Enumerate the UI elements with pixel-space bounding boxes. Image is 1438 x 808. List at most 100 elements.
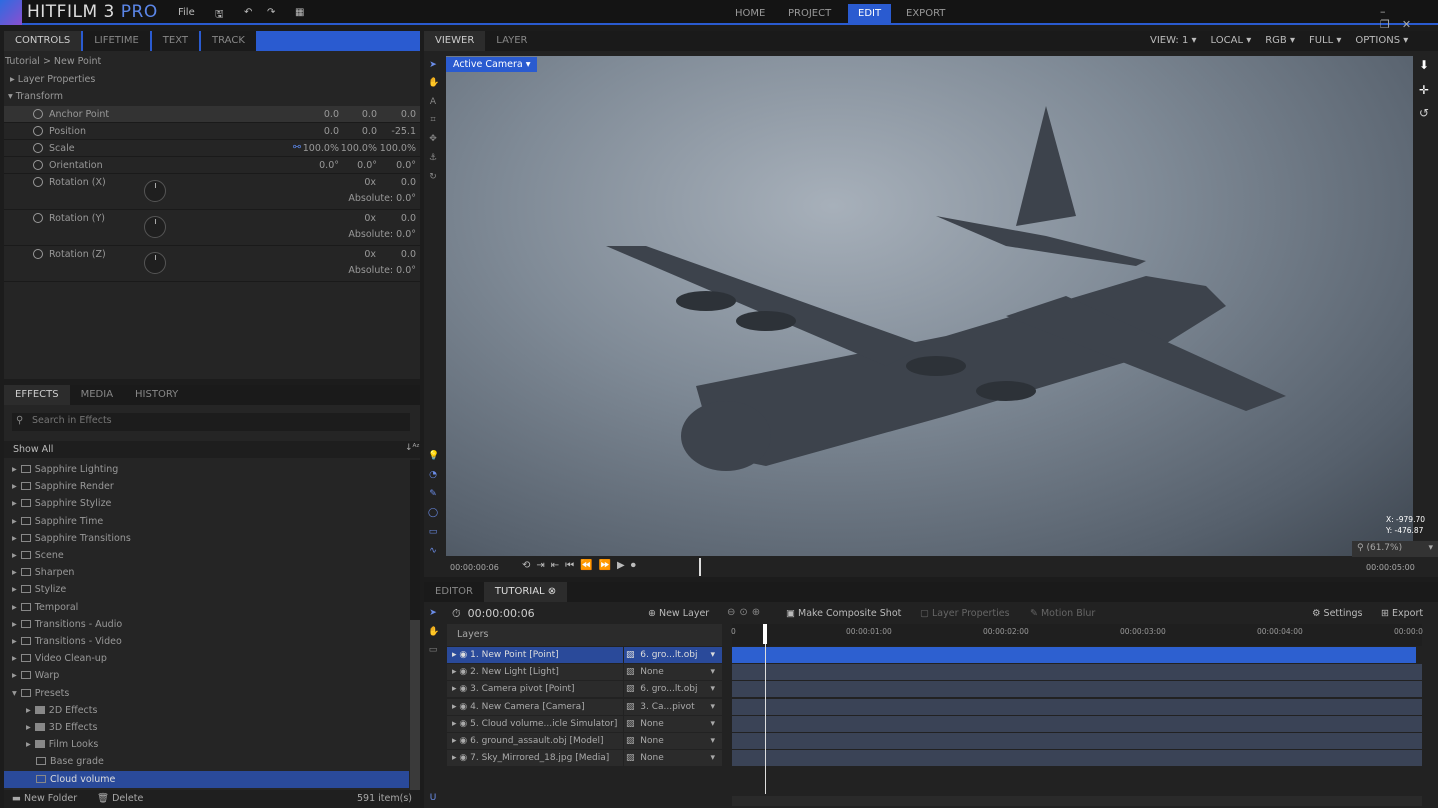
current-time[interactable]: ⏱ 00:00:00:06 — [452, 607, 535, 621]
parent-dropdown[interactable]: ▨ 3. Ca...pivot ▾ — [623, 698, 723, 715]
effects-scrollbar[interactable] — [410, 460, 420, 790]
tab-layer[interactable]: LAYER — [485, 31, 538, 51]
expand-icon[interactable]: ▸ — [452, 667, 457, 677]
effect-folder[interactable]: ▸ Sharpen — [4, 564, 409, 581]
effect-folder[interactable]: ▸ Transitions - Video — [4, 633, 409, 650]
view-dropdown[interactable]: VIEW: 1 ▾ — [1150, 35, 1197, 46]
keyframe-toggle-icon[interactable] — [33, 213, 43, 223]
property-row[interactable]: Rotation (Y) 0x 0.0 Absolute: 0.0° — [4, 210, 420, 246]
keyframe-toggle-icon[interactable] — [33, 160, 43, 170]
expand-icon[interactable]: ▸ — [452, 702, 457, 712]
preset-item[interactable]: ▸ Film Looks — [4, 736, 409, 753]
expand-icon[interactable]: ▸ — [12, 670, 17, 681]
expand-icon[interactable]: ▸ — [26, 739, 31, 750]
expand-icon[interactable]: ▸ — [452, 753, 457, 763]
property-value[interactable]: 0x — [331, 213, 376, 224]
eye-icon[interactable]: ◉ — [459, 753, 467, 763]
save-icon[interactable]: 🖫 — [215, 7, 224, 24]
keyframe-toggle-icon[interactable] — [33, 177, 43, 187]
effect-folder[interactable]: ▸ Temporal — [4, 599, 409, 616]
tab-lifetime[interactable]: LIFETIME — [83, 31, 152, 51]
rgb-dropdown[interactable]: RGB ▾ — [1265, 35, 1295, 46]
layer-track-bar[interactable] — [732, 664, 1422, 681]
move-tool-icon[interactable]: ✥ — [428, 134, 438, 144]
tab-controls[interactable]: CONTROLS — [4, 31, 84, 51]
rotation-dial[interactable] — [144, 180, 166, 202]
rect-tool-icon[interactable]: ▭ — [428, 527, 438, 537]
parent-dropdown[interactable]: ▨ None ▾ — [623, 750, 723, 767]
timeline-scrollbar[interactable] — [732, 796, 1422, 806]
transform-tool-icon[interactable]: ⌗ — [428, 115, 438, 125]
tab-history[interactable]: HISTORY — [124, 385, 189, 405]
layer-row[interactable]: ▸ ◉ 7. Sky_Mirrored_18.jpg [Media] ▨ None… — [447, 750, 723, 767]
time-ruler[interactable] — [732, 624, 1422, 646]
nav-home[interactable]: HOME — [725, 4, 775, 25]
layer-track-bar[interactable] — [732, 715, 1422, 732]
keyframe-toggle-icon[interactable] — [33, 109, 43, 119]
preset-item[interactable]: Cloud volume — [4, 770, 409, 788]
parent-dropdown[interactable]: ▨ None ▾ — [623, 715, 723, 732]
active-camera-dropdown[interactable]: Active Camera ▾ — [446, 57, 538, 72]
orbit-tool-icon[interactable]: ↻ — [428, 172, 438, 182]
viewer-canvas[interactable] — [446, 56, 1413, 556]
property-value[interactable]: 0.0° — [371, 160, 416, 171]
expand-icon[interactable]: ▸ — [12, 550, 17, 561]
effect-folder[interactable]: ▸ Scene — [4, 547, 409, 564]
file-menu[interactable]: File — [178, 7, 195, 18]
settings-button[interactable]: ⚙ Settings — [1312, 608, 1363, 619]
expand-icon[interactable]: ▸ — [452, 736, 457, 746]
parent-dropdown[interactable]: ▨ None ▾ — [623, 733, 723, 749]
effect-folder[interactable]: ▸ Transitions - Audio — [4, 616, 409, 633]
filter-show-all[interactable]: Show All — [13, 444, 53, 455]
expand-icon[interactable]: ▸ — [452, 650, 457, 660]
layer-row[interactable]: ▸ ◉ 6. ground_assault.obj [Model] ▨ None ▾ — [447, 733, 722, 749]
pen-tool-icon[interactable]: ✎ — [428, 489, 438, 499]
expand-icon[interactable]: ▸ — [12, 567, 17, 578]
expand-icon[interactable]: ▸ — [12, 498, 17, 509]
expand-icon[interactable]: ▾ — [12, 688, 17, 699]
grid-icon[interactable]: ▦ — [295, 7, 304, 18]
effect-folder[interactable]: ▸ Sapphire Time — [4, 513, 409, 530]
expand-icon[interactable]: ▸ — [452, 684, 457, 694]
snap-magnet-icon[interactable]: U — [428, 793, 438, 803]
hand-tool-icon[interactable]: ✋ — [428, 78, 439, 88]
keyframe-toggle-icon[interactable] — [33, 249, 43, 259]
property-value[interactable]: -25.1 — [371, 126, 416, 137]
timeline-playhead[interactable] — [765, 624, 766, 794]
zoom-dropdown[interactable]: ⚲ (61.7%) ▾ — [1352, 541, 1438, 557]
layer-row[interactable]: ▸ ◉ 2. New Light [Light] ▨ None ▾ — [447, 664, 722, 681]
pan-icon[interactable]: ✛ — [1419, 84, 1429, 96]
layer-properties-button[interactable]: ▢ Layer Properties — [920, 608, 1010, 619]
select-tool-icon[interactable]: ➤ — [428, 60, 438, 70]
property-value[interactable]: 0.0 — [371, 213, 416, 224]
playhead-handle[interactable] — [763, 624, 767, 644]
layer-row[interactable]: ▸ ◉ 1. New Point [Point] ▨ 6. gro...lt.ob… — [447, 647, 722, 663]
property-row[interactable]: Anchor Point 0.0 0.0 0.0 — [4, 106, 420, 123]
make-composite-button[interactable]: ▣ Make Composite Shot — [786, 608, 901, 619]
search-effects[interactable]: ⚲ — [12, 413, 410, 431]
tab-viewer[interactable]: VIEWER — [424, 31, 486, 51]
undo-icon[interactable]: ↶ — [244, 7, 252, 18]
timeline-hand-icon[interactable]: ✋ — [428, 627, 439, 637]
redo-icon[interactable]: ↷ — [267, 7, 275, 18]
property-value[interactable]: 100.0% — [371, 143, 416, 154]
property-row[interactable]: Scale ⚯ 100.0% 100.0% 100.0% — [4, 140, 420, 157]
property-value[interactable]: 0x — [331, 249, 376, 260]
eye-icon[interactable]: ◉ — [459, 684, 467, 694]
expand-icon[interactable]: ▸ — [26, 705, 31, 716]
window-controls[interactable]: –❐✕ — [1380, 5, 1438, 31]
nav-project[interactable]: PROJECT — [778, 4, 841, 25]
expand-icon[interactable]: ▸ — [12, 464, 17, 475]
tab-editor[interactable]: EDITOR — [424, 582, 484, 602]
group-transform[interactable]: ▾ Transform — [8, 91, 63, 102]
layer-track-bar[interactable] — [732, 733, 1422, 749]
sort-az-icon[interactable]: ↓ᴬᶻ — [405, 443, 420, 453]
expand-icon[interactable]: ▸ — [12, 481, 17, 492]
effect-folder[interactable]: ▸ Warp — [4, 667, 409, 684]
effect-folder[interactable]: ▾ Presets — [4, 685, 409, 702]
new-layer-button[interactable]: ⊕ New Layer — [648, 608, 709, 619]
layer-track-bar[interactable] — [732, 681, 1422, 698]
eye-icon[interactable]: ◉ — [459, 736, 467, 746]
keyframe-nav[interactable]: ⊖⊙⊕ — [727, 607, 764, 618]
export-button[interactable]: ⊞ Export — [1381, 608, 1423, 619]
